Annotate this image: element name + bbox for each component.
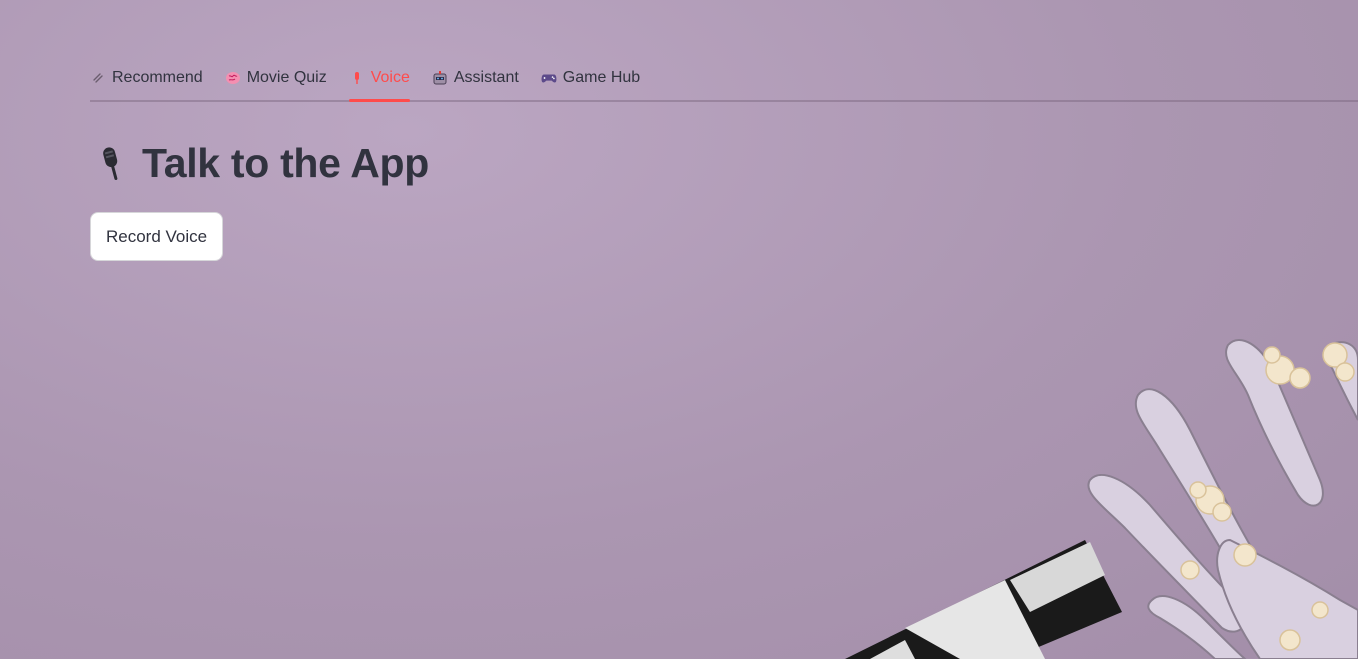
tab-label: Game Hub [562,69,641,86]
microphone-icon [96,144,128,184]
link-icon [90,70,106,86]
tab-bar: Recommend Movie Quiz Voice Assistant Gam… [90,56,1358,102]
tab-recommend[interactable]: Recommend [90,56,203,100]
record-voice-button[interactable]: Record Voice [90,212,224,261]
tab-voice[interactable]: Voice [348,56,411,102]
tab-game-hub[interactable]: Game Hub [541,56,640,100]
gamepad-icon [541,70,557,86]
popcorn-image [1180,342,1355,651]
robot-icon [432,70,448,86]
tab-label: Movie Quiz [246,69,327,86]
tab-label: Voice [370,69,410,86]
tab-assistant[interactable]: Assistant [432,56,519,100]
page-heading: Talk to the App [96,140,429,187]
tab-movie-quiz[interactable]: Movie Quiz [225,56,327,100]
tab-label: Assistant [453,69,519,86]
brain-icon [225,70,241,86]
clapperboard-image [845,540,1122,659]
page-title: Talk to the App [142,140,430,186]
skeleton-hand-image [1087,339,1358,659]
microphone-icon [349,70,365,86]
tab-label: Recommend [112,69,203,86]
